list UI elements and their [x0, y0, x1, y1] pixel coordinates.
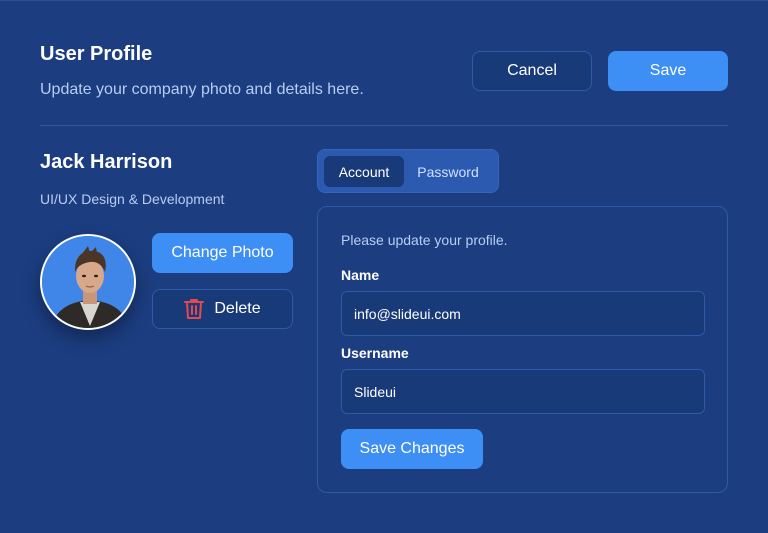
- avatar: [40, 234, 136, 330]
- tab-password[interactable]: Password: [408, 156, 488, 187]
- name-label: Name: [341, 267, 380, 283]
- avatar-portrait: [42, 236, 134, 328]
- tab-bar: Account Password: [317, 149, 499, 193]
- form-hint: Please update your profile.: [341, 232, 508, 248]
- name-field[interactable]: [341, 291, 705, 336]
- page-title: User Profile: [40, 43, 153, 65]
- delete-label: Delete: [214, 300, 261, 317]
- username-label: Username: [341, 345, 409, 361]
- username-field[interactable]: [341, 369, 705, 414]
- save-button[interactable]: Save: [608, 51, 728, 91]
- change-photo-button[interactable]: Change Photo: [152, 233, 293, 273]
- save-changes-button[interactable]: Save Changes: [341, 429, 483, 469]
- tab-account[interactable]: Account: [324, 156, 404, 187]
- header-divider: [40, 125, 728, 126]
- trash-icon: [184, 298, 205, 320]
- page-subtitle: Update your company photo and details he…: [40, 81, 364, 98]
- delete-button[interactable]: Delete: [152, 289, 293, 329]
- cancel-button[interactable]: Cancel: [472, 51, 592, 91]
- user-name: Jack Harrison: [40, 151, 173, 173]
- user-role: UI/UX Design & Development: [40, 191, 225, 207]
